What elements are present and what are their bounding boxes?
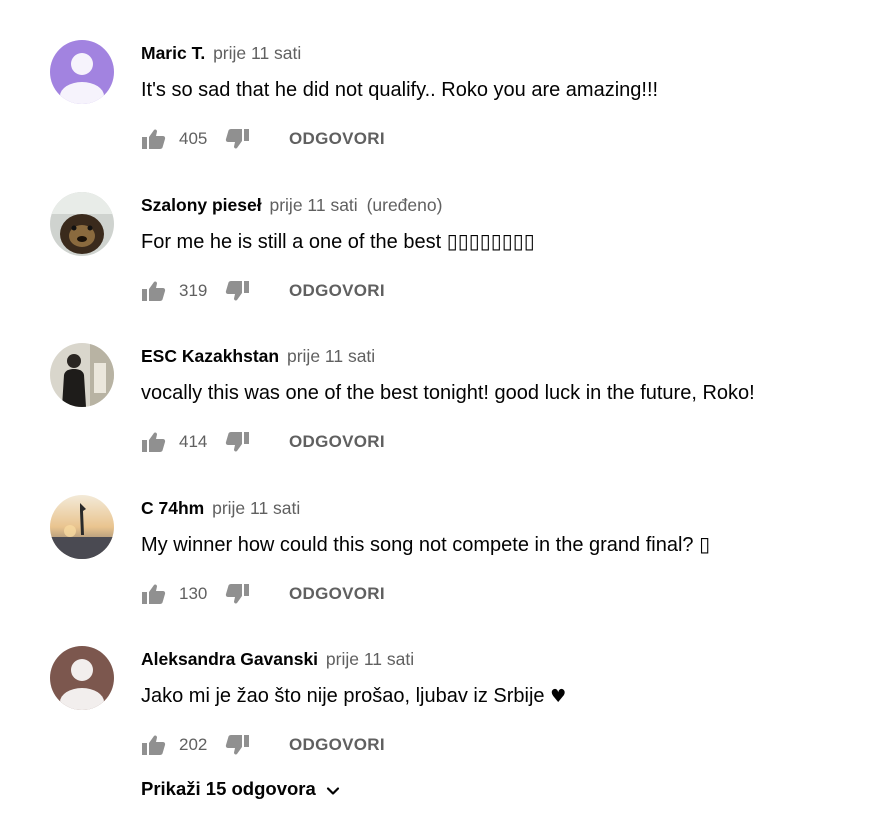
comment-author[interactable]: C 74hm <box>141 498 204 518</box>
comment-actions: 130 ODGOVORI <box>141 581 385 607</box>
comment-author[interactable]: Szalony pieseł <box>141 195 262 215</box>
like-count: 405 <box>179 129 208 148</box>
comment-text: vocally this was one of the best tonight… <box>141 382 755 404</box>
like-count: 130 <box>179 584 208 603</box>
reply-button[interactable]: ODGOVORI <box>289 128 385 150</box>
like-count: 202 <box>179 735 208 754</box>
comment-author[interactable]: Aleksandra Gavanski <box>141 649 318 669</box>
comment-timestamp[interactable]: prije 11 sati <box>326 649 414 669</box>
thumbs-down-icon[interactable] <box>225 734 250 756</box>
reply-button[interactable]: ODGOVORI <box>289 280 385 302</box>
comment-item: Szalony pieseł prije 11 sati (uređeno) F… <box>0 192 890 332</box>
view-replies-label: Prikaži 15 odgovora <box>141 778 316 799</box>
comment-text: My winner how could this song not compet… <box>141 534 711 556</box>
comment-actions: 405 ODGOVORI <box>141 126 385 152</box>
comment-timestamp[interactable]: prije 11 sati <box>287 346 375 366</box>
comment-header: Maric T. prije 11 sati <box>141 42 301 64</box>
like-count: 319 <box>179 281 208 300</box>
comment-timestamp[interactable]: prije 11 sati <box>269 195 357 215</box>
comment-author[interactable]: Maric T. <box>141 43 205 63</box>
view-replies-button[interactable]: Prikaži 15 odgovora <box>141 776 341 802</box>
comment-item: ESC Kazakhstan prije 11 sati vocally thi… <box>0 343 890 483</box>
thumbs-up-icon[interactable] <box>141 431 166 453</box>
dog-photo-avatar-icon[interactable] <box>50 192 114 256</box>
heart-emoji-icon: ♥ <box>550 686 567 707</box>
comment-header: ESC Kazakhstan prije 11 sati <box>141 345 375 367</box>
comment-timestamp[interactable]: prije 11 sati <box>212 498 300 518</box>
comment-timestamp[interactable]: prije 11 sati <box>213 43 301 63</box>
like-count: 414 <box>179 432 208 451</box>
comment-header: Aleksandra Gavanski prije 11 sati <box>141 648 414 670</box>
thumbs-down-icon[interactable] <box>225 128 250 150</box>
person-photo-avatar-icon[interactable] <box>50 343 114 407</box>
comment-text: For me he is still a one of the best ▯▯▯… <box>141 231 535 253</box>
thumbs-down-icon[interactable] <box>225 280 250 302</box>
thumbs-up-icon[interactable] <box>141 128 166 150</box>
thumbs-down-icon[interactable] <box>225 431 250 453</box>
comment-item: Maric T. prije 11 sati It's so sad that … <box>0 40 890 180</box>
comment-actions: 202 ODGOVORI <box>141 732 385 758</box>
comment-actions: 319 ODGOVORI <box>141 278 385 304</box>
comment-author[interactable]: ESC Kazakhstan <box>141 346 279 366</box>
thumbs-up-icon[interactable] <box>141 734 166 756</box>
reply-button[interactable]: ODGOVORI <box>289 583 385 605</box>
comment-item: Aleksandra Gavanski prije 11 sati Jako m… <box>0 646 890 786</box>
comment-item: C 74hm prije 11 sati My winner how could… <box>0 495 890 635</box>
comment-text-body: Jako mi je žao što nije prošao, ljubav i… <box>141 685 545 707</box>
comment-text: It's so sad that he did not qualify.. Ro… <box>141 79 659 101</box>
default-avatar-purple-icon[interactable] <box>50 40 114 104</box>
reply-button[interactable]: ODGOVORI <box>289 431 385 453</box>
thumbs-up-icon[interactable] <box>141 583 166 605</box>
edited-label: (uređeno) <box>366 195 443 215</box>
thumbs-up-icon[interactable] <box>141 280 166 302</box>
comment-header: Szalony pieseł prije 11 sati (uređeno) <box>141 194 442 216</box>
comment-header: C 74hm prije 11 sati <box>141 497 300 519</box>
thumbs-down-icon[interactable] <box>225 583 250 605</box>
chevron-down-icon <box>326 786 339 795</box>
default-avatar-brown-icon[interactable] <box>50 646 114 710</box>
sunset-photo-avatar-icon[interactable] <box>50 495 114 559</box>
comment-actions: 414 ODGOVORI <box>141 429 385 455</box>
comment-text: Jako mi je žao što nije prošao, ljubav i… <box>141 683 566 710</box>
reply-button[interactable]: ODGOVORI <box>289 734 385 756</box>
